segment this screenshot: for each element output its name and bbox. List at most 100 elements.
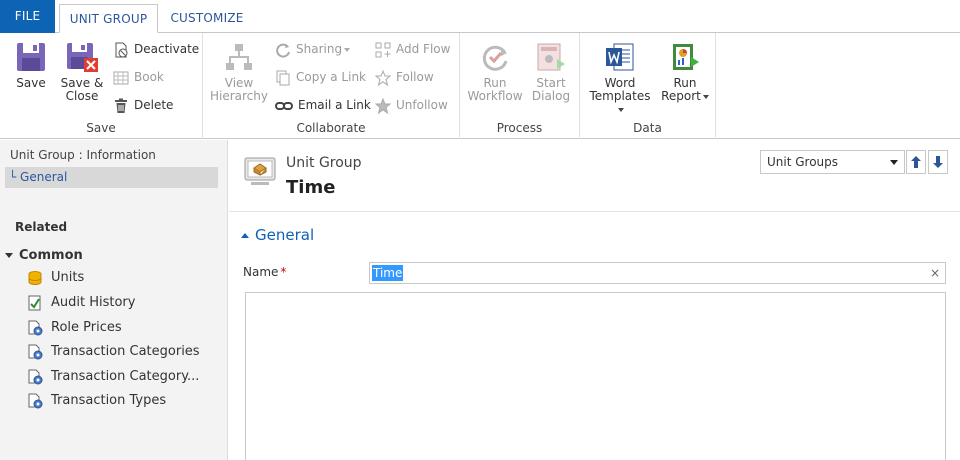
left-navigation: Unit Group : Information └ General Relat… bbox=[0, 140, 228, 460]
unfollow-button[interactable]: Unfollow bbox=[374, 94, 448, 116]
nav-item-transaction-categories[interactable]: Transaction Categories bbox=[27, 342, 200, 362]
form-header: Unit Group Time Unit Groups bbox=[229, 140, 960, 212]
save-button[interactable]: Save bbox=[8, 41, 54, 90]
delete-icon bbox=[115, 98, 127, 113]
deactivate-icon bbox=[115, 42, 128, 57]
main-form: Unit Group Time Unit Groups General Name… bbox=[229, 140, 960, 460]
nav-item-units[interactable]: Units bbox=[27, 268, 84, 288]
unfollow-label: Unfollow bbox=[396, 98, 448, 112]
units-icon bbox=[28, 270, 42, 285]
copy-link-label: Copy a Link bbox=[296, 70, 366, 84]
record-title: Time bbox=[286, 177, 336, 198]
follow-label: Follow bbox=[396, 70, 434, 84]
copy-link-button[interactable]: Copy a Link bbox=[275, 66, 366, 88]
view-selector-dropdown[interactable]: Unit Groups bbox=[760, 150, 905, 174]
description-area[interactable] bbox=[245, 292, 946, 460]
transaction-category-icon bbox=[28, 369, 43, 384]
previous-record-button[interactable] bbox=[906, 150, 926, 174]
email-link-label: Email a Link bbox=[298, 98, 371, 112]
common-section-toggle[interactable]: Common bbox=[5, 248, 83, 263]
nav-item-role-prices[interactable]: Role Prices bbox=[27, 318, 122, 338]
ribbon: Save Save & Close Deactivate Book Delete… bbox=[0, 33, 960, 139]
nav-item-label: Transaction Types bbox=[51, 393, 167, 408]
name-label-text: Name bbox=[243, 265, 279, 279]
word-templates-button[interactable]: Word Templates bbox=[586, 41, 654, 116]
start-dialog-label-2: Dialog bbox=[531, 89, 571, 103]
email-link-button[interactable]: Email a Link bbox=[275, 94, 371, 116]
nav-item-label: Role Prices bbox=[51, 320, 122, 335]
section-general-toggle[interactable]: General bbox=[241, 226, 314, 244]
hierarchy-icon bbox=[226, 44, 252, 70]
nav-item-transaction-category[interactable]: Transaction Category... bbox=[27, 367, 199, 387]
common-heading: Common bbox=[19, 248, 83, 263]
nav-item-audit-history[interactable]: Audit History bbox=[27, 293, 135, 313]
save-group-label: Save bbox=[86, 121, 116, 135]
word-templates-label-2: Templates bbox=[589, 89, 651, 103]
unfollow-star-icon bbox=[374, 97, 392, 114]
name-input-value: Time bbox=[372, 265, 404, 281]
save-close-label-2: Close bbox=[65, 89, 99, 103]
nav-item-general[interactable]: └ General bbox=[5, 167, 218, 188]
data-group-label: Data bbox=[633, 121, 662, 135]
unit-group-entity-icon bbox=[244, 157, 276, 185]
email-link-icon bbox=[275, 101, 293, 110]
ribbon-tab-bar: FILE UNIT GROUP CUSTOMIZE bbox=[0, 0, 960, 33]
add-flow-label: Add Flow bbox=[396, 42, 451, 56]
transaction-types-icon bbox=[28, 393, 43, 408]
follow-button[interactable]: Follow bbox=[374, 66, 434, 88]
delete-button[interactable]: Delete bbox=[113, 94, 173, 116]
view-hierarchy-label-2: Hierarchy bbox=[209, 89, 268, 103]
nav-item-transaction-types[interactable]: Transaction Types bbox=[27, 391, 166, 411]
book-label: Book bbox=[134, 70, 164, 84]
sharing-icon bbox=[276, 43, 290, 58]
run-workflow-label-2: Workflow bbox=[467, 89, 523, 103]
collaborate-group-label: Collaborate bbox=[296, 121, 366, 135]
nav-item-label: Transaction Category... bbox=[51, 369, 200, 384]
name-input[interactable]: Time × bbox=[369, 262, 946, 284]
ribbon-group-data: Word Templates Run Report Data bbox=[580, 33, 716, 139]
save-icon bbox=[17, 43, 45, 71]
book-button[interactable]: Book bbox=[113, 66, 164, 88]
run-report-caret-icon bbox=[702, 94, 709, 99]
save-close-icon bbox=[67, 43, 98, 72]
chevron-down-icon bbox=[890, 160, 898, 165]
deactivate-label: Deactivate bbox=[134, 42, 200, 56]
collapse-triangle-icon bbox=[5, 253, 13, 258]
add-flow-button[interactable]: Add Flow bbox=[375, 38, 450, 60]
audit-history-icon bbox=[28, 295, 41, 310]
book-icon bbox=[113, 71, 129, 84]
word-templates-icon bbox=[606, 43, 634, 71]
run-report-button[interactable]: Run Report bbox=[658, 41, 712, 103]
ribbon-group-process: Run Workflow Start Dialog Process bbox=[460, 33, 580, 139]
view-selector-value: Unit Groups bbox=[767, 155, 839, 169]
process-group-label: Process bbox=[496, 121, 543, 135]
section-title: General bbox=[255, 226, 315, 244]
sharing-caret-icon bbox=[344, 47, 351, 52]
view-hierarchy-button[interactable]: View Hierarchy bbox=[209, 41, 269, 103]
run-workflow-icon bbox=[482, 45, 508, 71]
copy-link-icon bbox=[276, 70, 290, 85]
deactivate-button[interactable]: Deactivate bbox=[113, 38, 199, 60]
ribbon-group-collaborate: View Hierarchy Sharing Copy a Link Email… bbox=[203, 33, 460, 139]
save-and-close-button[interactable]: Save & Close bbox=[58, 41, 106, 103]
tab-customize[interactable]: CUSTOMIZE bbox=[162, 4, 252, 33]
delete-label: Delete bbox=[134, 98, 174, 112]
ribbon-group-save: Save Save & Close Deactivate Book Delete… bbox=[0, 33, 203, 139]
run-workflow-button[interactable]: Run Workflow bbox=[466, 41, 524, 103]
sharing-button[interactable]: Sharing bbox=[275, 38, 351, 60]
nav-item-label: Audit History bbox=[51, 295, 136, 310]
run-report-label-2: Report bbox=[661, 89, 701, 103]
name-field-label: Name * bbox=[243, 265, 286, 279]
next-record-button[interactable] bbox=[928, 150, 948, 174]
arrow-down-icon bbox=[933, 156, 943, 168]
clear-icon[interactable]: × bbox=[930, 265, 940, 281]
form-breadcrumb[interactable]: Unit Group : Information bbox=[10, 148, 156, 162]
tab-unit-group[interactable]: UNIT GROUP bbox=[59, 4, 158, 33]
transaction-categories-icon bbox=[28, 344, 43, 359]
add-flow-icon bbox=[375, 42, 391, 57]
run-report-icon bbox=[673, 44, 699, 70]
save-button-label: Save bbox=[16, 76, 46, 90]
tab-file[interactable]: FILE bbox=[0, 0, 55, 33]
nav-item-label: Transaction Categories bbox=[51, 344, 200, 359]
start-dialog-button[interactable]: Start Dialog bbox=[524, 41, 578, 103]
